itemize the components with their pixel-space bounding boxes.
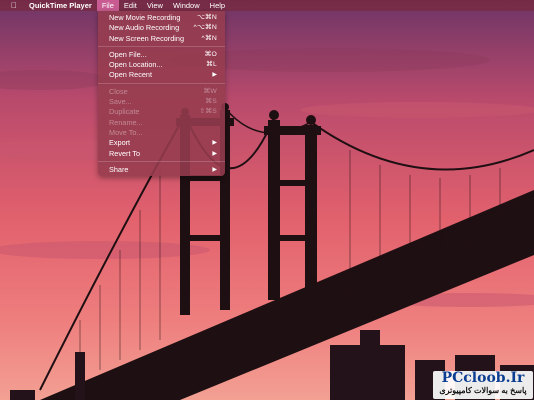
menu-item-label: Open Location... — [109, 60, 163, 70]
menu-item-label: Open Recent — [109, 70, 152, 80]
menu-item-label: New Movie Recording — [109, 13, 181, 22]
menu-item-label: Revert To — [109, 148, 141, 158]
shortcut-label: ⌘W — [203, 87, 217, 95]
menu-item-label: Export — [109, 138, 131, 148]
menu-item-new-screen-recording[interactable]: New Screen Recording ^⌘N — [98, 34, 225, 44]
app-menu-quicktime-player[interactable]: QuickTime Player — [29, 0, 97, 11]
menu-separator — [98, 46, 225, 48]
apple-menu-icon[interactable]:  — [9, 0, 19, 11]
shortcut-label: ⇧⌘S — [199, 108, 217, 116]
menu-item-label: Open File... — [109, 49, 147, 59]
watermark-title: PCcloob.Ir — [441, 370, 525, 386]
submenu-arrow-icon: ▶ — [212, 150, 217, 157]
desktop-wallpaper — [0, 0, 534, 400]
menu-item-export[interactable]: Export ▶ — [98, 138, 225, 148]
shortcut-label: ⌘L — [206, 61, 217, 69]
menu-item-open-recent[interactable]: Open Recent ▶ — [98, 70, 225, 80]
shortcut-label: ⌘O — [204, 50, 217, 58]
shortcut-label: ⌘S — [205, 98, 217, 106]
menu-item-rename: Rename... — [98, 118, 225, 128]
shortcut-label: ⌥⌘N — [196, 14, 217, 21]
menu-item-open-location[interactable]: Open Location... ⌘L — [98, 60, 225, 70]
submenu-arrow-icon: ▶ — [212, 166, 217, 173]
watermark-subtitle: پاسخ به سوالات کامپیوتری — [439, 386, 527, 395]
menu-view[interactable]: View — [142, 0, 168, 11]
menu-item-share[interactable]: Share ▶ — [98, 165, 225, 175]
menu-item-label: Close — [109, 86, 128, 96]
shortcut-label: ^⌥⌘N — [193, 24, 217, 32]
menu-separator — [98, 161, 225, 163]
menu-item-label: Duplicate — [109, 107, 140, 117]
wallpaper-bridge-image — [0, 0, 534, 400]
menu-item-new-audio-recording[interactable]: New Audio Recording ^⌥⌘N — [98, 23, 225, 33]
menu-item-label: New Audio Recording — [109, 23, 180, 33]
menu-item-save: Save... ⌘S — [98, 97, 225, 107]
file-menu-dropdown: New Movie Recording ⌥⌘N New Audio Record… — [98, 11, 225, 176]
menu-edit[interactable]: Edit — [119, 0, 142, 11]
menu-item-duplicate: Duplicate ⇧⌘S — [98, 107, 225, 117]
menu-item-label: Rename... — [109, 117, 143, 127]
menu-window[interactable]: Window — [168, 0, 205, 11]
menu-item-label: New Screen Recording — [109, 33, 185, 43]
menu-item-label: Share — [109, 164, 129, 174]
menu-item-new-movie-recording[interactable]: New Movie Recording ⌥⌘N — [98, 13, 225, 23]
menu-file[interactable]: File — [96, 0, 119, 11]
menu-item-label: Move To... — [109, 127, 143, 137]
pccloob-watermark: PCcloob.Ir پاسخ به سوالات کامپیوتری — [433, 371, 533, 399]
menu-help[interactable]: Help — [205, 0, 230, 11]
menu-item-revert-to[interactable]: Revert To ▶ — [98, 149, 225, 159]
menu-item-label: Save... — [109, 97, 132, 107]
menu-item-open-file[interactable]: Open File... ⌘O — [98, 50, 225, 60]
menu-separator — [98, 83, 225, 85]
menu-item-move-to: Move To... — [98, 128, 225, 138]
menu-bar:  QuickTime Player File Edit View Window… — [0, 0, 534, 11]
submenu-arrow-icon: ▶ — [212, 72, 217, 79]
menu-item-close: Close ⌘W — [98, 87, 225, 97]
shortcut-label: ^⌘N — [201, 34, 217, 42]
submenu-arrow-icon: ▶ — [212, 140, 217, 147]
